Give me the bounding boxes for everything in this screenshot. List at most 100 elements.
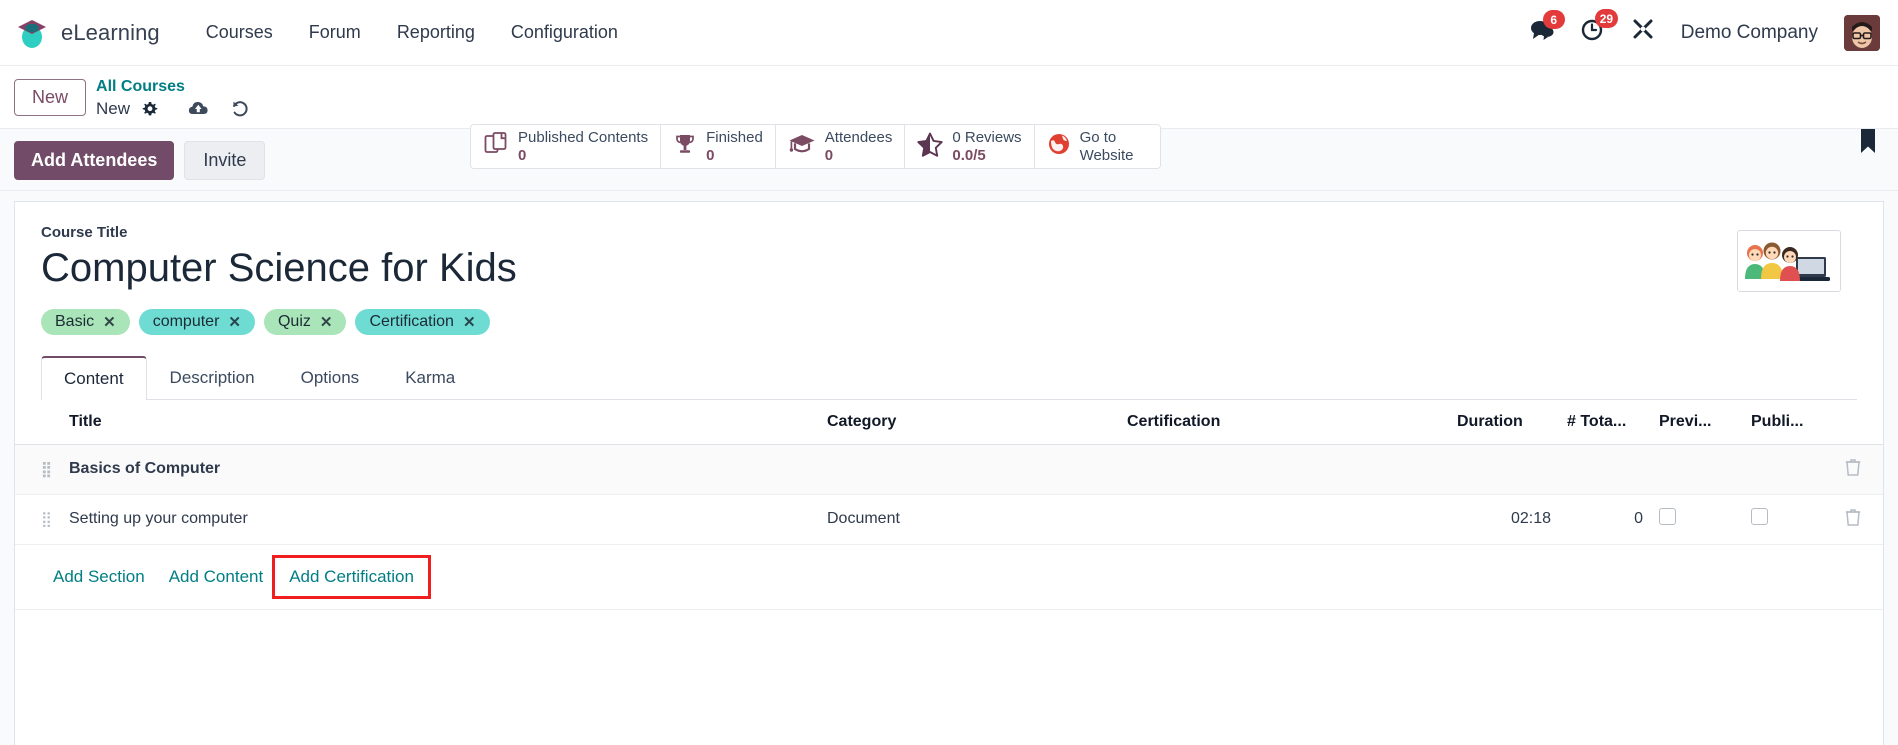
stat-value: 0 — [518, 146, 527, 164]
tag-quiz[interactable]: Quiz ✕ — [263, 308, 347, 335]
nav-item-courses[interactable]: Courses — [188, 12, 291, 53]
cloud-save-icon[interactable] — [188, 100, 209, 117]
content-certification-cell[interactable] — [1119, 494, 1449, 545]
stat-finished[interactable]: Finished 0 — [661, 125, 776, 168]
user-avatar[interactable] — [1844, 14, 1880, 51]
course-title-input[interactable]: Computer Science for Kids — [41, 245, 1737, 291]
brand-name: eLearning — [61, 19, 160, 45]
messages-badge: 6 — [1542, 10, 1565, 29]
add-section-link[interactable]: Add Section — [41, 562, 157, 592]
table-header-row: Title Category Certification Duration # … — [15, 399, 1883, 445]
tab-karma[interactable]: Karma — [382, 356, 478, 400]
table-row-content[interactable]: ⣿ Setting up your computer Document 02:1… — [15, 494, 1883, 545]
content-title-cell[interactable]: Setting up your computer — [61, 494, 819, 545]
drag-handle-glyph: ⣿ — [41, 460, 53, 478]
stat-label: Finished — [706, 129, 763, 147]
stat-text: 0 Reviews 0.0/5 — [952, 129, 1021, 164]
add-links-cell: Add Section Add Content Add Certificatio… — [15, 544, 1883, 610]
stat-text: Finished 0 — [706, 129, 763, 164]
form-sheet-wrapper: Course Title Computer Science for Kids B… — [0, 190, 1898, 745]
col-handle-header — [15, 399, 61, 445]
bookmark-ribbon-icon[interactable] — [1858, 128, 1878, 159]
add-attendees-button[interactable]: Add Attendees — [14, 140, 175, 180]
tab-options[interactable]: Options — [278, 356, 383, 400]
top-navbar: eLearning Courses Forum Reporting Config… — [0, 0, 1898, 66]
content-duration-cell[interactable]: 02:18 — [1449, 494, 1559, 545]
delete-row-button[interactable] — [1835, 494, 1883, 545]
tab-content[interactable]: Content — [41, 355, 147, 400]
stat-value: 0 — [824, 146, 834, 164]
undo-discard-icon[interactable] — [231, 100, 250, 118]
published-contents-icon — [483, 131, 509, 162]
col-title-header[interactable]: Title — [61, 399, 819, 445]
tag-certification[interactable]: Certification ✕ — [355, 308, 490, 335]
tag-computer[interactable]: computer ✕ — [138, 308, 255, 335]
form-tabs: Content Description Options Karma — [41, 355, 1857, 400]
tag-label: Basic — [55, 312, 95, 330]
trash-icon[interactable] — [1845, 458, 1861, 480]
breadcrumb-current: New — [96, 98, 131, 118]
graduation-cap-logo-icon — [14, 15, 50, 51]
activities-button[interactable]: 29 — [1581, 9, 1619, 47]
section-title-cell[interactable]: Basics of Computer — [61, 444, 819, 495]
tag-basic[interactable]: Basic ✕ — [41, 308, 130, 335]
developer-tools-button[interactable] — [1631, 18, 1655, 47]
remove-tag-icon[interactable]: ✕ — [103, 313, 116, 331]
content-preview-cell[interactable] — [1651, 494, 1743, 545]
kids-at-computer-image[interactable] — [1737, 229, 1841, 292]
published-checkbox[interactable] — [1751, 508, 1768, 526]
title-row: Course Title Computer Science for Kids — [15, 224, 1883, 305]
activities-badge: 29 — [1594, 9, 1619, 28]
new-button[interactable]: New — [14, 79, 87, 116]
stat-value: 0.0/5 — [952, 146, 986, 164]
section-duration-cell — [1449, 444, 1559, 495]
table-row-section[interactable]: ⣿ Basics of Computer — [15, 444, 1883, 495]
col-published-header[interactable]: Publi... — [1743, 399, 1835, 445]
add-content-link[interactable]: Add Content — [157, 562, 276, 592]
section-total-cell — [1559, 444, 1651, 495]
form-sheet: Course Title Computer Science for Kids B… — [14, 200, 1884, 745]
nav-links: Courses Forum Reporting Configuration — [188, 12, 636, 53]
drag-handle-icon[interactable]: ⣿ — [15, 494, 61, 545]
add-certification-link[interactable]: Add Certification — [272, 554, 431, 599]
remove-tag-icon[interactable]: ✕ — [228, 313, 241, 331]
stat-text: Go to Website — [1080, 129, 1148, 164]
delete-row-button[interactable] — [1835, 444, 1883, 495]
stat-attendees[interactable]: Attendees 0 — [775, 125, 906, 168]
col-duration-header[interactable]: Duration — [1449, 399, 1559, 445]
brand[interactable]: eLearning — [14, 15, 160, 51]
col-actions-header — [1835, 399, 1883, 445]
content-category-cell[interactable]: Document — [819, 494, 1119, 545]
gear-icon[interactable] — [142, 101, 158, 117]
section-published-cell — [1743, 444, 1835, 495]
globe-icon — [1047, 132, 1071, 161]
stat-go-to-website[interactable]: Go to Website — [1034, 125, 1160, 168]
nav-item-configuration[interactable]: Configuration — [493, 12, 636, 53]
col-preview-header[interactable]: Previ... — [1651, 399, 1743, 445]
content-total-cell[interactable]: 0 — [1559, 494, 1651, 545]
remove-tag-icon[interactable]: ✕ — [320, 313, 333, 331]
content-published-cell[interactable] — [1743, 494, 1835, 545]
col-category-header[interactable]: Category — [819, 399, 1119, 445]
company-menu[interactable]: Demo Company — [1681, 22, 1818, 44]
col-certification-header[interactable]: Certification — [1119, 399, 1449, 445]
add-links: Add Section Add Content Add Certificatio… — [23, 554, 1875, 599]
nav-item-forum[interactable]: Forum — [291, 12, 379, 53]
trash-icon[interactable] — [1845, 508, 1861, 530]
stat-button-group: Published Contents 0 Finished 0 Attendee… — [470, 124, 1161, 169]
drag-handle-glyph: ⣿ — [41, 510, 53, 528]
nav-item-reporting[interactable]: Reporting — [379, 12, 493, 53]
drag-handle-icon[interactable]: ⣿ — [15, 444, 61, 495]
stat-label: 0 Reviews — [952, 129, 1022, 147]
remove-tag-icon[interactable]: ✕ — [463, 313, 476, 331]
preview-checkbox[interactable] — [1659, 508, 1676, 526]
col-total-header[interactable]: # Tota... — [1559, 399, 1651, 445]
breadcrumb-root-link[interactable]: All Courses — [96, 76, 250, 98]
invite-button[interactable]: Invite — [184, 140, 266, 180]
stat-value: 0 — [706, 146, 715, 164]
stat-reviews[interactable]: 0 Reviews 0.0/5 — [905, 125, 1035, 168]
stat-published-contents[interactable]: Published Contents 0 — [471, 125, 662, 168]
tab-description[interactable]: Description — [147, 356, 278, 400]
messages-button[interactable]: 6 — [1529, 10, 1565, 46]
title-column: Course Title Computer Science for Kids — [41, 224, 1737, 305]
